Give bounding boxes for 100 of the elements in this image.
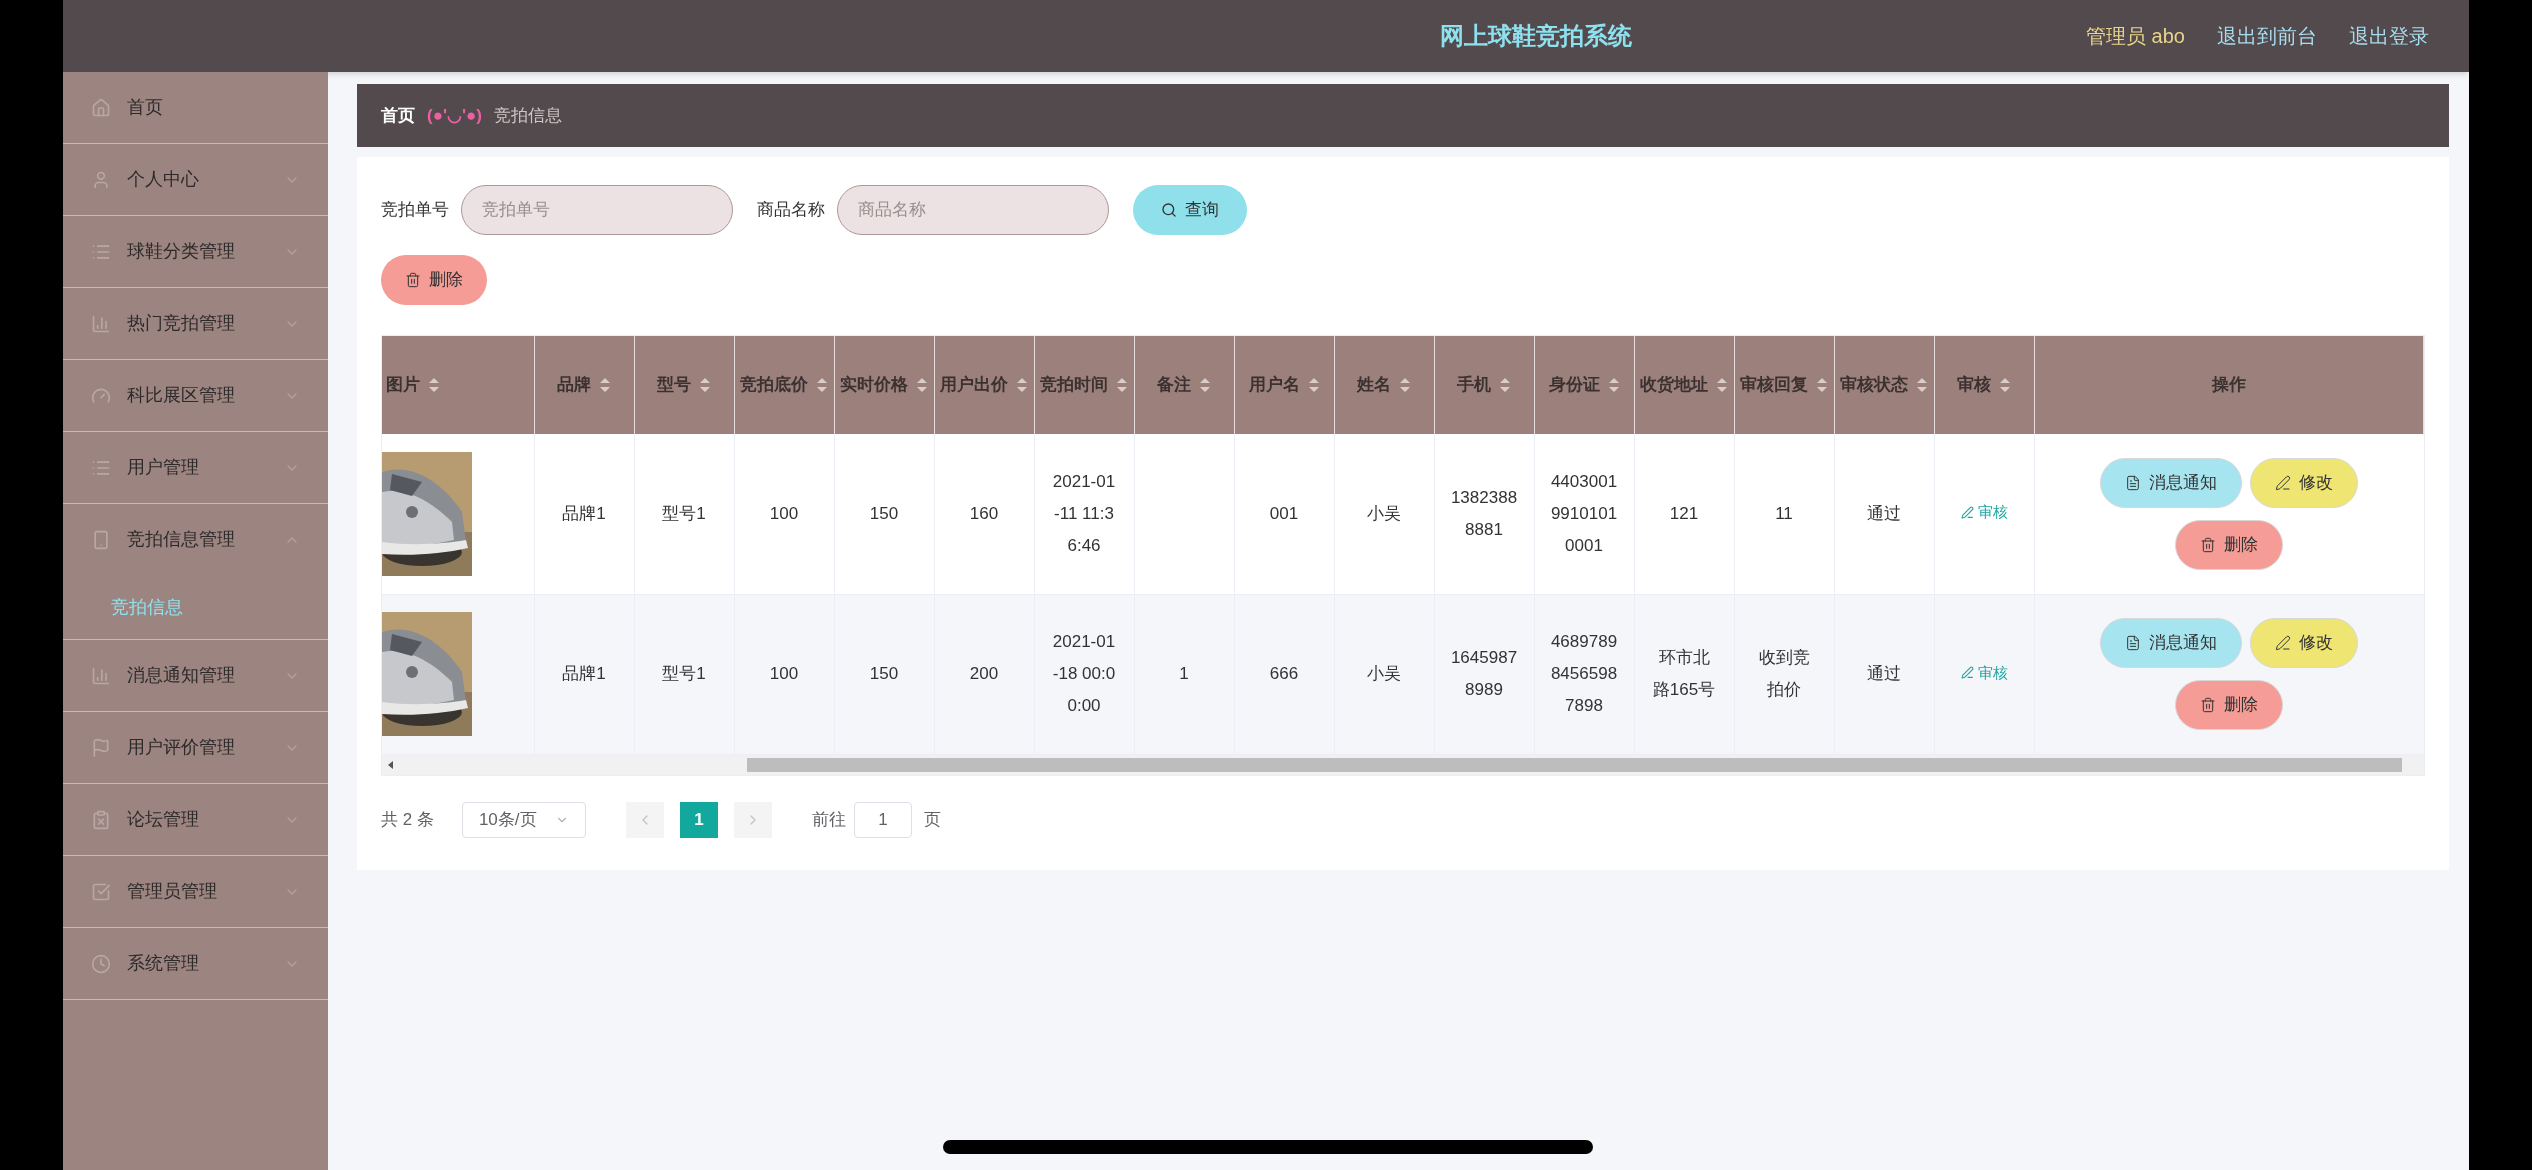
table-cell-text: 150	[869, 502, 899, 525]
goto-label: 前往	[811, 808, 846, 831]
table-cell-text: 468978984565987898	[1550, 631, 1618, 717]
table-cell-text: 小吴	[1367, 663, 1401, 685]
sort-icon[interactable]	[699, 377, 711, 393]
column-header: 备注	[1157, 374, 1191, 397]
search-icon	[1161, 202, 1177, 218]
table-cell-text: 2021-01-18 00:00:00	[1051, 631, 1117, 717]
sort-icon[interactable]	[816, 377, 828, 393]
sidebar-item[interactable]: 竞拍信息管理	[63, 504, 328, 575]
sidebar-item[interactable]: 论坛管理	[63, 784, 328, 855]
sort-icon[interactable]	[1999, 377, 2011, 393]
column-header: 审核	[1957, 374, 1991, 397]
trash-icon	[2200, 536, 2216, 553]
sort-icon[interactable]	[1199, 377, 1211, 393]
column-header: 用户名	[1248, 374, 1300, 397]
sort-icon[interactable]	[599, 377, 611, 393]
table-cell-text: 666	[1269, 663, 1299, 685]
table-cell-text: 品牌1	[562, 663, 606, 685]
header-link[interactable]: 退出登录	[2349, 21, 2429, 51]
delete-button[interactable]: 删除	[2175, 680, 2283, 730]
review-link[interactable]: 审核	[1960, 661, 2008, 685]
table-cell-text: 100	[769, 663, 799, 685]
breadcrumb-home[interactable]: 首页	[381, 102, 415, 129]
sort-icon[interactable]	[1399, 377, 1411, 393]
sidebar-item[interactable]: 个人中心	[63, 144, 328, 215]
document-icon	[2125, 474, 2141, 491]
review-link[interactable]: 审核	[1960, 501, 2008, 524]
sidebar-item[interactable]: 用户评价管理	[63, 712, 328, 783]
table-cell-text: 11	[1775, 502, 1793, 525]
trash-icon	[405, 272, 421, 288]
sidebar-item[interactable]: 热门竞拍管理	[63, 288, 328, 359]
clock-icon	[91, 953, 111, 974]
table-cell-text: 通过	[1867, 663, 1901, 685]
sort-icon[interactable]	[1307, 377, 1320, 393]
table-cell-text: 1	[1179, 663, 1189, 685]
table-cell-text: 小吴	[1367, 502, 1401, 525]
column-header: 用户出价	[940, 374, 1008, 397]
column-header: 竞拍时间	[1040, 374, 1108, 397]
breadcrumb-separator: (●'◡'●)	[427, 104, 482, 127]
goto-page-field[interactable]: 1	[853, 801, 912, 838]
header-link[interactable]: 退出到前台	[2217, 21, 2317, 51]
delete-button[interactable]: 删除	[381, 255, 487, 305]
column-header: 型号	[657, 374, 691, 397]
sort-icon[interactable]	[1499, 377, 1511, 393]
sidebar-item[interactable]: 用户管理	[63, 432, 328, 503]
table-cell-text: 2021-01-11 11:36:46	[1051, 470, 1117, 557]
sort-icon[interactable]	[428, 377, 440, 393]
column-header: 审核回复	[1740, 374, 1808, 397]
edit-button[interactable]: 修改	[2250, 618, 2358, 668]
column-header: 收货地址	[1640, 374, 1708, 397]
table-cell-text: 16459878989	[1450, 647, 1518, 701]
edit-button[interactable]: 修改	[2250, 457, 2358, 508]
page-button[interactable]: 1	[679, 801, 718, 838]
field-label: 商品名称	[757, 199, 825, 222]
sort-icon[interactable]	[1016, 377, 1028, 393]
column-header: 姓名	[1357, 374, 1391, 397]
table-cell-text: 型号1	[662, 663, 706, 685]
search-field[interactable]: 竞拍单号	[461, 185, 733, 235]
sort-icon[interactable]	[1916, 377, 1928, 393]
search-field[interactable]: 商品名称	[837, 185, 1109, 235]
table-cell-text: 100	[769, 502, 799, 525]
user-icon	[91, 169, 111, 190]
column-header: 身份证	[1548, 374, 1600, 397]
sort-icon[interactable]	[916, 377, 928, 393]
sidebar-item[interactable]: 系统管理	[63, 928, 328, 999]
document-icon	[2125, 635, 2141, 651]
sidebar-item[interactable]: 消息通知管理	[63, 640, 328, 711]
table-cell-text: 440300199101010001	[1550, 470, 1618, 557]
goto-suffix: 页	[923, 808, 941, 831]
sort-icon[interactable]	[1716, 377, 1728, 393]
chart-icon	[91, 665, 111, 686]
column-header: 审核状态	[1840, 374, 1908, 397]
sidebar-item[interactable]: 球鞋分类管理	[63, 216, 328, 287]
search-button[interactable]: 查询	[1133, 185, 1247, 235]
horizontal-scrollbar[interactable]	[382, 754, 2424, 775]
table-cell-text: 通过	[1867, 502, 1901, 525]
column-header: 图片	[386, 374, 420, 397]
pencil-icon	[1960, 666, 1974, 680]
notify-button[interactable]: 消息通知	[2100, 457, 2242, 508]
column-header: 实时价格	[840, 374, 908, 397]
delete-button[interactable]: 删除	[2175, 519, 2283, 570]
notify-button[interactable]: 消息通知	[2100, 618, 2242, 668]
sidebar-subitem[interactable]: 竞拍信息	[63, 575, 328, 639]
column-header: 手机	[1457, 374, 1491, 397]
phone-icon	[91, 529, 111, 550]
sidebar-item[interactable]: 科比展区管理	[63, 360, 328, 431]
flag-icon	[91, 737, 111, 758]
sort-icon[interactable]	[1816, 377, 1828, 393]
sort-icon[interactable]	[1607, 377, 1620, 393]
table-cell-text: 200	[969, 663, 999, 685]
sidebar-item[interactable]: 首页	[63, 72, 328, 143]
sort-icon[interactable]	[1116, 377, 1128, 393]
admin-user: 管理员 abo	[2086, 24, 2185, 49]
page-size-select[interactable]: 10条/页	[461, 801, 586, 838]
table-cell-text: 品牌1	[562, 502, 606, 525]
sidebar-item[interactable]: 管理员管理	[63, 856, 328, 927]
table-cell-text: 13823888881	[1450, 486, 1518, 541]
home-icon	[91, 97, 111, 118]
chart-icon	[91, 313, 111, 334]
